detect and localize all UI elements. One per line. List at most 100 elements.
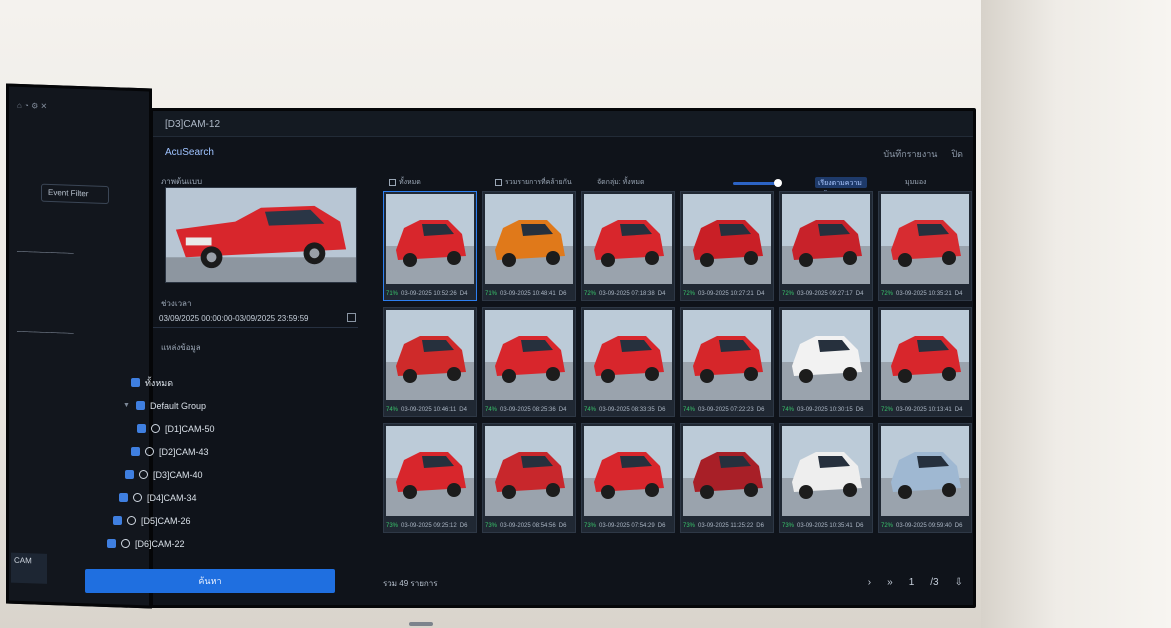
result-card[interactable]: 72% 03-09-2025 09:59:40 D6 [878, 423, 972, 533]
camera-icon [133, 493, 142, 502]
view-toggle[interactable]: มุมมอง [905, 177, 926, 188]
window-title: [D3]CAM-12 [153, 111, 973, 137]
checkbox-icon[interactable] [113, 516, 122, 525]
result-thumbnail[interactable] [386, 310, 474, 400]
camera-code: D4 [855, 291, 864, 297]
result-thumbnail[interactable] [683, 310, 771, 400]
result-card[interactable]: 73% 03-09-2025 11:25:22 D6 [680, 423, 774, 533]
result-thumbnail[interactable] [782, 310, 870, 400]
side-cam-tile[interactable]: CAM [11, 552, 47, 584]
export-icon[interactable]: ⇩ [955, 577, 963, 588]
result-card[interactable]: 74% 03-09-2025 08:33:35 D6 [581, 307, 675, 417]
result-thumbnail[interactable] [485, 194, 573, 284]
result-thumbnail[interactable] [881, 426, 969, 516]
result-thumbnail[interactable] [782, 426, 870, 516]
calendar-icon[interactable] [347, 313, 356, 322]
result-caption: 72% 03-09-2025 09:27:17 D4 [782, 291, 863, 297]
search-button[interactable]: ค้นหา [85, 569, 335, 593]
camera-code: D6 [954, 523, 963, 529]
result-card[interactable]: 72% 03-09-2025 10:35:21 D4 [878, 191, 972, 301]
result-card[interactable]: 73% 03-09-2025 09:25:12 D6 [383, 423, 477, 533]
result-thumbnail[interactable] [386, 194, 474, 284]
result-card[interactable]: 72% 03-09-2025 10:27:21 D4 [680, 191, 774, 301]
tree-item-cam[interactable]: [D2]CAM-43 [131, 440, 358, 463]
checkbox-icon[interactable] [137, 424, 146, 433]
export-report-button[interactable]: บันทึกรายงาน [883, 147, 937, 161]
result-card[interactable]: 73% 03-09-2025 07:54:29 D6 [581, 423, 675, 533]
tree-item-cam[interactable]: [D3]CAM-40 [125, 463, 358, 486]
result-thumbnail[interactable] [881, 194, 969, 284]
checkbox-icon[interactable] [131, 447, 140, 456]
time-range-label: ช่วงเวลา [161, 299, 192, 308]
result-thumbnail[interactable] [782, 194, 870, 284]
result-card[interactable]: 74% 03-09-2025 07:22:23 D6 [680, 307, 774, 417]
similarity-score: 73% [782, 523, 795, 529]
result-card[interactable]: 74% 03-09-2025 10:46:11 D4 [383, 307, 477, 417]
capture-time: 03-09-2025 08:25:36 [500, 407, 556, 413]
tree-item-cam[interactable]: [D4]CAM-34 [119, 486, 358, 509]
result-caption: 73% 03-09-2025 07:54:29 D6 [584, 523, 665, 529]
checkbox-icon[interactable] [495, 179, 502, 186]
page-number[interactable]: 1 [909, 577, 915, 588]
result-card[interactable]: 74% 03-09-2025 10:30:15 D6 [779, 307, 873, 417]
result-thumbnail[interactable] [485, 310, 573, 400]
reference-image[interactable] [165, 187, 357, 283]
select-all-toggle[interactable]: ทั้งหมด [389, 177, 421, 188]
capture-time: 03-09-2025 09:27:17 [797, 291, 853, 297]
result-thumbnail[interactable] [683, 426, 771, 516]
event-filter-button[interactable]: Event Filter [41, 183, 109, 205]
result-thumbnail[interactable] [584, 426, 672, 516]
last-page-icon[interactable]: » [887, 577, 893, 588]
camera-icon [127, 516, 136, 525]
time-range-field[interactable]: 03/09/2025 00:00:00-03/09/2025 23:59:59 [153, 310, 358, 328]
checkbox-icon[interactable] [389, 179, 396, 186]
tree-item-cam[interactable]: [D5]CAM-26 [113, 509, 358, 532]
result-thumbnail[interactable] [584, 310, 672, 400]
result-card[interactable]: 72% 03-09-2025 09:27:17 D4 [779, 191, 873, 301]
group-select[interactable]: จัดกลุ่ม: ทั้งหมด [597, 177, 645, 188]
next-page-icon[interactable]: › [868, 577, 871, 588]
time-range-value: 03/09/2025 00:00:00-03/09/2025 23:59:59 [159, 314, 309, 323]
result-card[interactable]: 72% 03-09-2025 10:13:41 D4 [878, 307, 972, 417]
camera-code: D4 [657, 291, 666, 297]
results-grid: 71% 03-09-2025 10:52:26 D4 71% 03-09-2025 10… [383, 191, 975, 571]
app-name: AcuSearch [165, 147, 214, 158]
result-thumbnail[interactable] [485, 426, 573, 516]
capture-time: 03-09-2025 10:35:21 [896, 291, 952, 297]
merge-similar-toggle[interactable]: รวมรายการที่คล้ายกัน [495, 177, 572, 188]
result-thumbnail[interactable] [584, 194, 672, 284]
result-card[interactable]: 74% 03-09-2025 08:25:36 D4 [482, 307, 576, 417]
sort-select[interactable]: เรียงตามความคล้าย [815, 177, 867, 198]
slider-handle[interactable] [774, 179, 782, 187]
tree-item-cam[interactable]: [D1]CAM-50 [137, 417, 358, 440]
checkbox-icon[interactable] [131, 378, 140, 387]
result-card[interactable]: 73% 03-09-2025 08:54:56 D6 [482, 423, 576, 533]
top-actions: บันทึกรายงาน ปิด [883, 147, 963, 161]
result-caption: 74% 03-09-2025 07:22:23 D6 [683, 407, 764, 413]
close-button[interactable]: ปิด [951, 147, 963, 161]
search-criteria-panel: ภาพต้นแบบ ช่วงเวลา 03/09/2025 00:00:00-0… [85, 173, 361, 611]
similarity-score: 72% [584, 291, 597, 297]
similarity-score: 73% [386, 523, 399, 529]
similarity-slider[interactable] [733, 179, 782, 187]
result-card[interactable]: 73% 03-09-2025 10:35:41 D6 [779, 423, 873, 533]
result-caption: 72% 03-09-2025 10:35:21 D4 [881, 291, 962, 297]
result-thumbnail[interactable] [683, 194, 771, 284]
checkbox-icon[interactable] [125, 470, 134, 479]
checkbox-icon[interactable] [107, 539, 116, 548]
result-card[interactable]: 71% 03-09-2025 10:52:26 D4 [383, 191, 477, 301]
result-thumbnail[interactable] [386, 426, 474, 516]
checkbox-icon[interactable] [136, 401, 145, 410]
results-footer: รวม 49 รายการ › » 1 /3 ⇩ [383, 577, 963, 593]
similarity-score: 72% [683, 291, 696, 297]
tree-item-group[interactable]: ▼ Default Group [123, 394, 358, 417]
result-card[interactable]: 71% 03-09-2025 10:48:41 D6 [482, 191, 576, 301]
checkbox-icon[interactable] [119, 493, 128, 502]
chevron-down-icon[interactable]: ▼ [123, 402, 131, 409]
result-thumbnail[interactable] [881, 310, 969, 400]
similarity-score: 73% [683, 523, 696, 529]
tree-item-all[interactable]: ทั้งหมด [131, 371, 358, 394]
result-card[interactable]: 72% 03-09-2025 07:18:38 D4 [581, 191, 675, 301]
camera-icon [145, 447, 154, 456]
tree-item-cam[interactable]: [D6]CAM-22 [107, 532, 358, 555]
